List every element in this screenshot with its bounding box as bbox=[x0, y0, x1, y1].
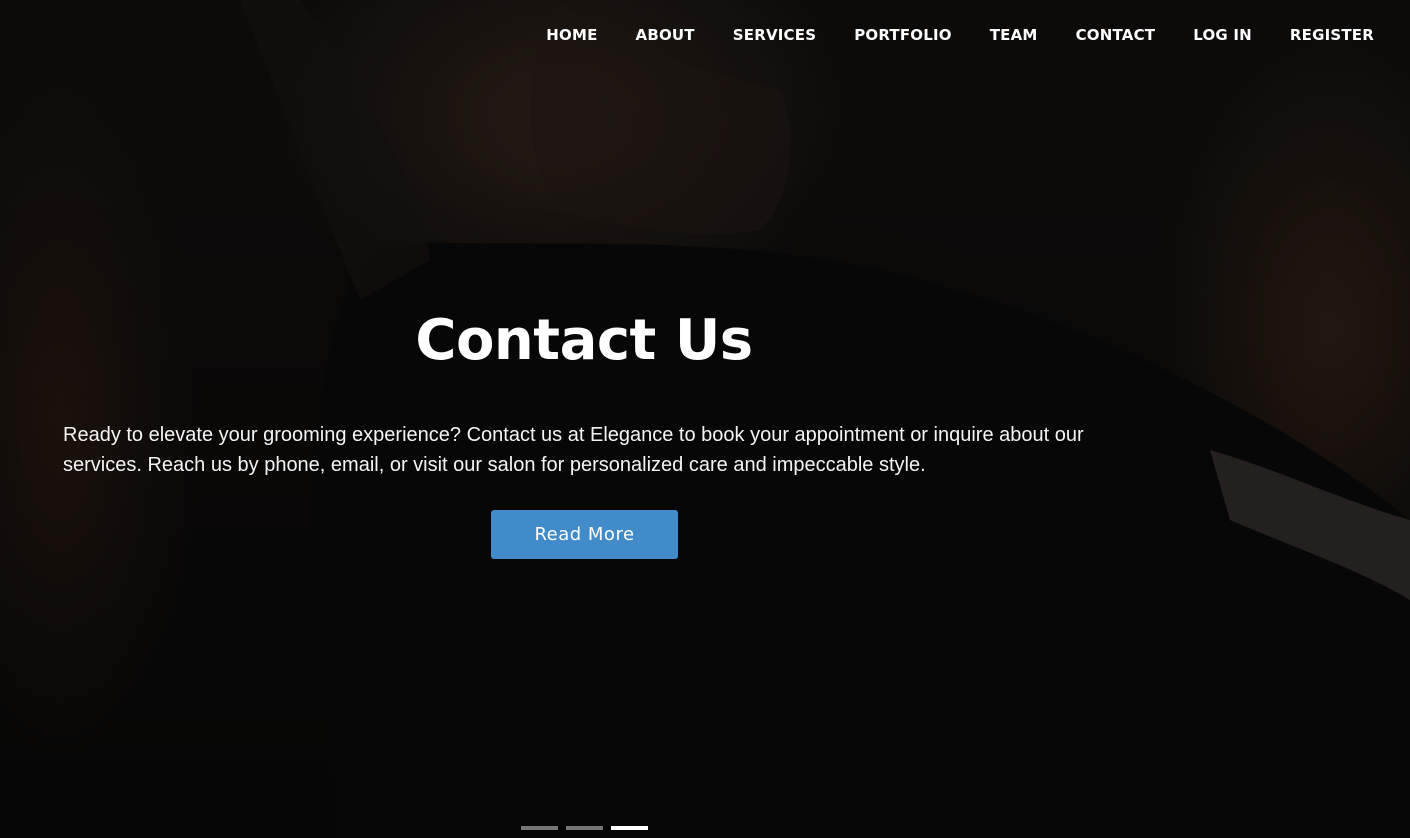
hero-title: Contact Us bbox=[415, 308, 753, 373]
nav-login-link[interactable]: LOG IN bbox=[1193, 24, 1252, 46]
hero-description: Ready to elevate your grooming experienc… bbox=[63, 424, 1084, 476]
nav-home-link[interactable]: HOME bbox=[546, 24, 597, 46]
carousel-indicator-1[interactable] bbox=[521, 826, 558, 830]
carousel-indicator-2[interactable] bbox=[566, 826, 603, 830]
main-navigation: HOME ABOUT SERVICES PORTFOLIO TEAM CONTA… bbox=[546, 24, 1374, 46]
nav-about-link[interactable]: ABOUT bbox=[636, 24, 695, 46]
dark-overlay bbox=[0, 0, 1410, 838]
carousel-indicators bbox=[521, 826, 648, 830]
nav-team-link[interactable]: TEAM bbox=[990, 24, 1038, 46]
hero-carousel: HOME ABOUT SERVICES PORTFOLIO TEAM CONTA… bbox=[0, 0, 1410, 838]
nav-contact-link[interactable]: CONTACT bbox=[1076, 24, 1156, 46]
carousel-indicator-3[interactable] bbox=[611, 826, 648, 830]
nav-register-link[interactable]: REGISTER bbox=[1290, 24, 1374, 46]
nav-services-link[interactable]: SERVICES bbox=[733, 24, 816, 46]
read-more-button[interactable]: Read More bbox=[491, 510, 678, 559]
nav-portfolio-link[interactable]: PORTFOLIO bbox=[854, 24, 952, 46]
